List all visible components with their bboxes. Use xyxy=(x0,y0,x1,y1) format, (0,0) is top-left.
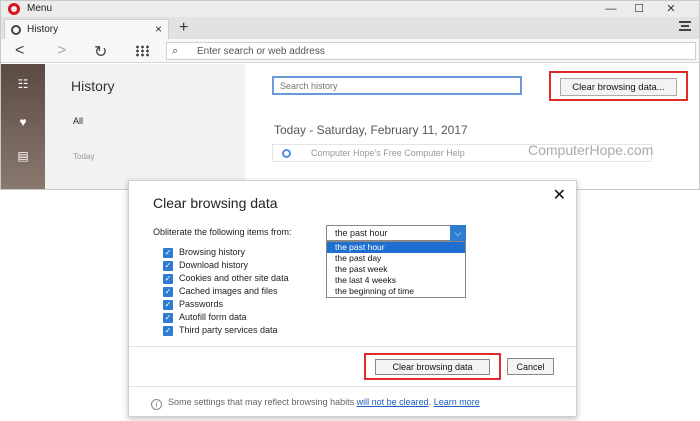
period-option[interactable]: the past week xyxy=(327,264,465,275)
browser-window: Menu — ☐ ✕ History × + < > ↻ ⌕ ☷ ♥ ▤ His… xyxy=(0,0,700,190)
info-icon: i xyxy=(151,399,162,410)
history-nav-today[interactable]: Today xyxy=(73,152,94,161)
search-icon: ⌕ xyxy=(172,45,179,57)
clear-browsing-data-confirm-button[interactable]: Clear browsing data xyxy=(375,359,490,375)
reload-button[interactable]: ↻ xyxy=(94,42,107,62)
navigation-toolbar: < > ↻ ⌕ xyxy=(1,39,699,63)
clear-browsing-data-button[interactable]: Clear browsing data... xyxy=(560,78,677,96)
obliterate-label: Obliterate the following items from: xyxy=(153,227,292,237)
tab-close-icon[interactable]: × xyxy=(155,22,162,36)
site-favicon-icon xyxy=(282,149,291,158)
maximize-button[interactable]: ☐ xyxy=(625,1,653,17)
clear-browsing-data-dialog: Clear browsing data ✕ Obliterate the fol… xyxy=(128,180,577,417)
history-nav-panel: History All Today xyxy=(45,64,245,189)
divider xyxy=(129,346,576,347)
period-selected-value: the past hour xyxy=(335,228,388,238)
cancel-button[interactable]: Cancel xyxy=(507,358,554,375)
chevron-down-icon[interactable]: ⌵ xyxy=(450,225,466,241)
history-clock-icon xyxy=(11,25,21,35)
dialog-footer: i Some settings that may reflect browsing… xyxy=(151,397,480,410)
address-bar[interactable]: ⌕ xyxy=(166,42,696,60)
checkbox-label: Browsing history xyxy=(179,247,246,257)
title-bar: Menu — ☐ ✕ xyxy=(1,1,699,17)
highlight-box: Clear browsing data xyxy=(364,353,501,380)
close-icon[interactable]: ✕ xyxy=(553,185,566,205)
checkbox-checked-icon[interactable]: ✓ xyxy=(163,274,173,284)
period-option[interactable]: the beginning of time xyxy=(327,286,465,297)
tab-label: History xyxy=(27,24,59,35)
history-main: Clear browsing data... Today - Saturday,… xyxy=(245,64,699,189)
menu-button[interactable]: Menu xyxy=(27,3,52,14)
tab-menu-icon[interactable] xyxy=(679,21,691,31)
learn-more-link[interactable]: Learn more xyxy=(434,397,480,407)
divider xyxy=(129,386,576,387)
speed-dial-icon[interactable] xyxy=(135,45,149,57)
history-entry-title: Computer Hope's Free Computer Help xyxy=(311,148,465,158)
period-option[interactable]: the past hour xyxy=(327,242,465,253)
checkbox-label: Autofill form data xyxy=(179,312,247,322)
sidebar: ☷ ♥ ▤ xyxy=(1,64,45,189)
checkbox-checked-icon[interactable]: ✓ xyxy=(163,313,173,323)
address-input[interactable] xyxy=(197,44,677,58)
checkbox-label: Passwords xyxy=(179,299,224,309)
will-not-be-cleared-link[interactable]: will not be cleared xyxy=(357,397,429,407)
checkbox-checked-icon[interactable]: ✓ xyxy=(163,248,173,258)
footer-text: Some settings that may reflect browsing … xyxy=(168,397,355,407)
checkbox-label: Download history xyxy=(179,260,249,270)
tab-bar: History × + xyxy=(1,17,699,39)
forward-button[interactable]: > xyxy=(57,42,66,60)
checkbox-label: Cookies and other site data xyxy=(179,273,289,283)
search-history-input[interactable] xyxy=(272,76,522,95)
history-nav-all[interactable]: All xyxy=(73,116,83,126)
checkbox-checked-icon[interactable]: ✓ xyxy=(163,287,173,297)
checkbox-checked-icon[interactable]: ✓ xyxy=(163,326,173,336)
footer-period: . xyxy=(428,397,432,407)
news-icon[interactable]: ▤ xyxy=(16,150,30,162)
period-option[interactable]: the last 4 weeks xyxy=(327,275,465,286)
back-button[interactable]: < xyxy=(15,42,24,60)
checkbox-label: Cached images and files xyxy=(179,286,278,296)
tab-history[interactable]: History × xyxy=(4,19,169,39)
period-dropdown-list: the past hour the past day the past week… xyxy=(326,241,466,298)
new-tab-button[interactable]: + xyxy=(179,19,188,37)
close-window-button[interactable]: ✕ xyxy=(657,1,685,17)
bookmarks-heart-icon[interactable]: ♥ xyxy=(16,116,30,128)
speed-dial-sidebar-icon[interactable]: ☷ xyxy=(16,78,30,90)
checkbox-label: Third party services data xyxy=(179,325,278,335)
date-heading: Today - Saturday, February 11, 2017 xyxy=(274,123,468,137)
watermark: ComputerHope.com xyxy=(528,142,654,158)
checkbox-checked-icon[interactable]: ✓ xyxy=(163,300,173,310)
checkbox-checked-icon[interactable]: ✓ xyxy=(163,261,173,271)
highlight-box: Clear browsing data... xyxy=(549,71,688,101)
dialog-title: Clear browsing data xyxy=(153,195,278,211)
history-title: History xyxy=(71,78,115,94)
minimize-button[interactable]: — xyxy=(597,1,625,17)
time-period-select[interactable]: the past hour ⌵ xyxy=(326,225,466,241)
opera-logo-icon xyxy=(8,3,20,15)
period-option[interactable]: the past day xyxy=(327,253,465,264)
